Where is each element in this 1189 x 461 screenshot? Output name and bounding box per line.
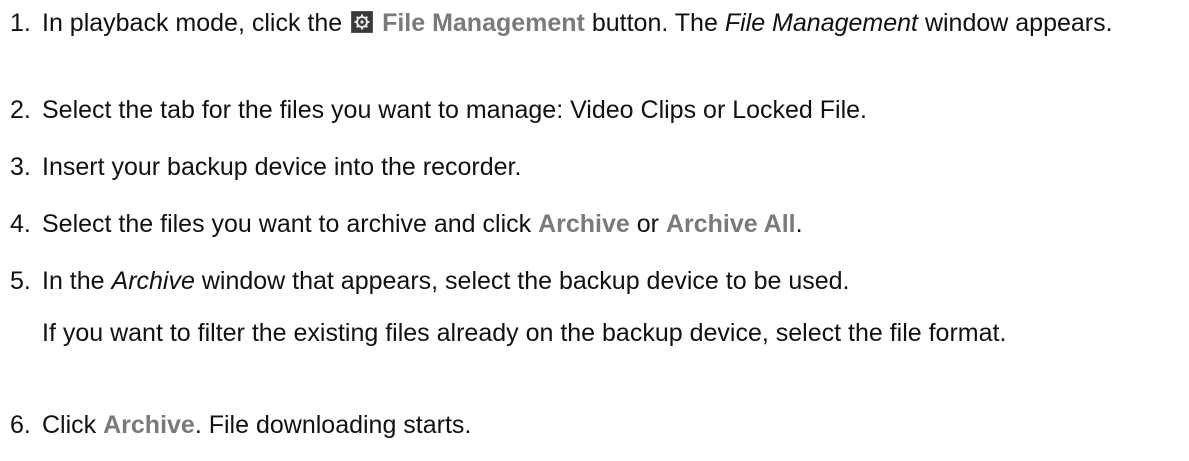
step-text-part: . File downloading starts.	[194, 411, 472, 439]
window-name: Archive	[111, 267, 195, 295]
step-number: 3.	[10, 153, 31, 181]
step-text: Click Archive. File downloading starts.	[42, 410, 1182, 440]
ui-label-file-management: File Management	[382, 9, 585, 37]
window-name: File Management	[724, 9, 918, 37]
step-text: Insert your backup device into the recor…	[42, 153, 522, 181]
step-text-part: Select the files you want to archive and…	[42, 210, 532, 238]
step-text-part: window that appears, select the backup d…	[201, 267, 850, 295]
step-number: 5.	[10, 267, 31, 295]
ui-label-archive: Archive	[538, 210, 630, 238]
ui-label-archive-all: Archive All	[665, 210, 796, 238]
step-number: 1.	[10, 9, 31, 37]
step-number: 6.	[10, 411, 31, 439]
step-text-part: In playback mode, click the	[42, 9, 343, 37]
step-text-part: Click	[42, 411, 97, 439]
step-text: Select the files you want to archive and…	[42, 209, 1182, 239]
step-text: In the Archive window that appears, sele…	[42, 266, 1182, 296]
step-text: In playback mode, click the File Managem…	[42, 8, 1182, 38]
step-text-part: In the	[42, 267, 105, 295]
instruction-list: 1. In playback mode, click the File Mana…	[0, 0, 1189, 461]
step-text-part: window appears.	[924, 9, 1113, 37]
ui-label-archive: Archive	[103, 411, 195, 439]
step-number: 2.	[10, 96, 31, 124]
step-text-part: .	[795, 210, 803, 238]
step-text-part: button. The	[591, 9, 718, 37]
step-number: 4.	[10, 210, 31, 238]
gear-icon	[351, 11, 374, 33]
step-text-part: or	[636, 210, 659, 238]
step-text: Select the tab for the files you want to…	[42, 96, 867, 124]
note-text: If you want to filter the existing files…	[42, 319, 1007, 347]
